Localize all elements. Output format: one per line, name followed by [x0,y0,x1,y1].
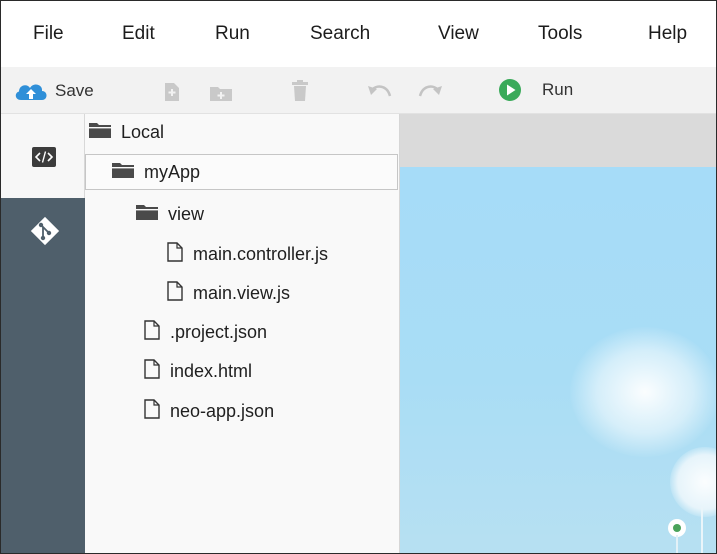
redo-icon [417,83,443,101]
tree-label: main.view.js [193,282,291,303]
app-window: File Edit Run Search View Tools Help Sav… [0,0,717,554]
run-label: Run [542,80,574,99]
side-rail [1,114,85,553]
toolbar: Save Run [1,67,716,114]
undo-icon [367,83,393,101]
cloud-glow [570,327,716,457]
tree-label: index.html [170,360,253,381]
file-icon [144,398,160,424]
new-folder-icon [209,84,233,102]
tree-label: neo-app.json [170,400,275,421]
file-icon [144,358,160,384]
new-file-button[interactable] [164,82,180,102]
menu-tools[interactable]: Tools [538,23,582,45]
menu-run[interactable]: Run [215,23,250,45]
code-icon [32,147,56,172]
tree-file[interactable]: index.html [144,353,252,389]
file-icon [167,280,183,306]
tree-folder-local[interactable]: Local [89,114,164,150]
tree-label: .project.json [170,321,268,342]
tree-folder-view[interactable]: view [136,196,204,232]
tree-label: view [168,203,205,224]
menu-bar: File Edit Run Search View Tools Help [1,1,716,67]
new-file-icon [164,82,180,102]
menu-view[interactable]: View [438,23,479,45]
dandelion-head [670,447,716,517]
file-tree: Local myApp view main.controller.js main [85,114,400,553]
menu-edit[interactable]: Edit [122,23,155,45]
tree-file[interactable]: main.controller.js [167,236,328,272]
tree-folder-myapp[interactable]: myApp [85,154,398,190]
menu-search[interactable]: Search [310,23,370,45]
tree-file[interactable]: neo-app.json [144,393,274,429]
tree-file[interactable]: .project.json [144,314,267,350]
preview-background [400,167,716,553]
dandelion-stem [701,507,703,553]
play-icon [498,78,522,102]
save-label: Save [55,81,94,100]
delete-button[interactable] [291,80,309,102]
undo-button[interactable] [367,83,393,101]
git-icon[interactable] [28,214,62,253]
menu-file[interactable]: File [33,23,64,45]
folder-icon [89,121,111,143]
bud-center [673,524,681,532]
tree-label: Local [121,121,165,142]
editor-tab-bar [400,114,716,167]
tree-file[interactable]: main.view.js [167,275,290,311]
delete-icon [291,80,309,102]
new-folder-button[interactable] [209,84,233,102]
file-icon [167,241,183,267]
cloud-upload-icon [13,79,49,103]
folder-icon [112,161,134,183]
rail-code-tab[interactable] [1,114,85,198]
tree-label: main.controller.js [193,243,329,264]
tree-label: myApp [144,161,201,182]
redo-button[interactable] [417,83,443,101]
file-icon [144,319,160,345]
folder-icon [136,203,158,225]
run-button[interactable]: Run [498,78,573,102]
bud-stem [676,535,678,553]
menu-help[interactable]: Help [648,23,687,45]
save-button[interactable]: Save [13,79,94,103]
preview-pane [400,114,716,553]
